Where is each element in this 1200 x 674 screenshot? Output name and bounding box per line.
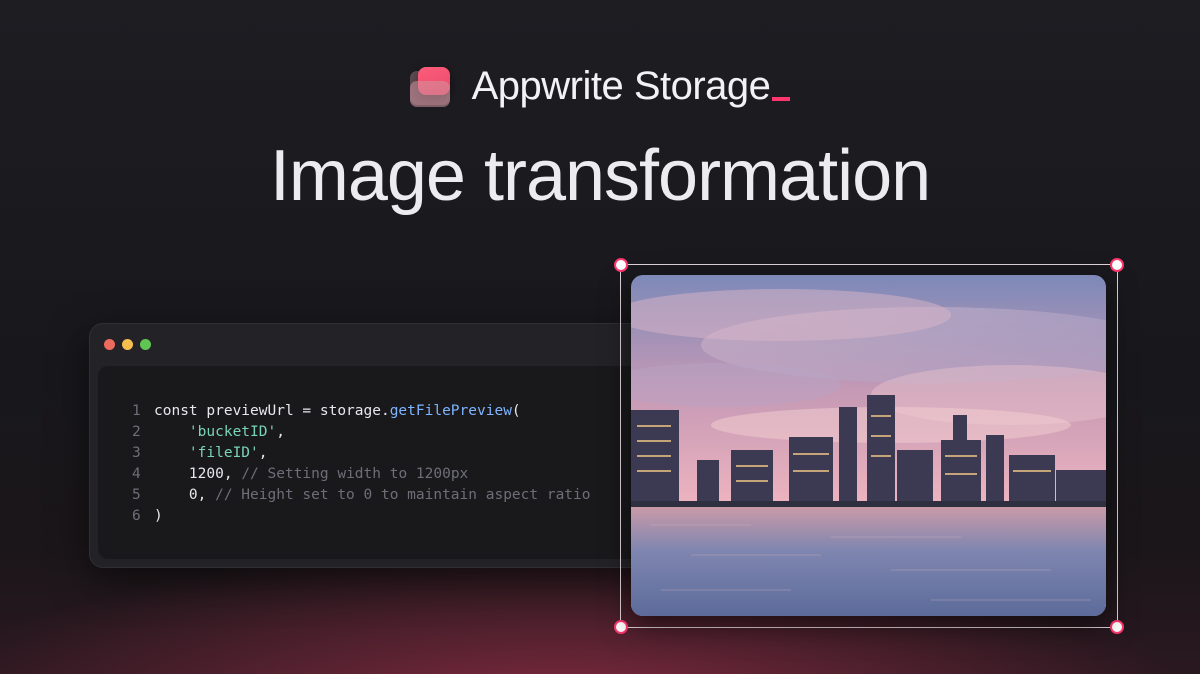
code-line: 5 0, // Height set to 0 to maintain aspe… (132, 485, 591, 506)
resize-handle-top-right[interactable] (1110, 258, 1124, 272)
code-token: const previewUrl = storage. (154, 403, 390, 419)
code-line: 6) (132, 506, 591, 527)
code-line: 4 1200, // Setting width to 1200px (132, 464, 591, 485)
code-text: 'bucketID', (154, 422, 285, 443)
code-text: const previewUrl = storage.getFilePrevie… (154, 401, 521, 422)
line-number: 6 (132, 508, 141, 524)
minimize-window-icon[interactable] (122, 339, 133, 350)
code-line: 1 const previewUrl = storage.getFilePrevi… (132, 401, 591, 422)
resize-handle-top-left[interactable] (614, 258, 628, 272)
code-text: 'fileID', (154, 443, 268, 464)
brand-name-text: Appwrite Storage (471, 64, 771, 108)
code-text: ) (154, 506, 163, 527)
code-token: ( (511, 403, 521, 419)
resize-handle-bottom-right[interactable] (1110, 620, 1124, 634)
code-token: 1200, (154, 466, 242, 482)
code-token: 'fileID' (188, 445, 259, 461)
skyline-photo (631, 275, 1106, 616)
window-controls (104, 339, 151, 350)
code-token: , (258, 445, 268, 461)
resize-handle-bottom-left[interactable] (614, 620, 628, 634)
code-token: // Height set to 0 to maintain aspect ra… (215, 487, 591, 503)
close-window-icon[interactable] (104, 339, 115, 350)
line-number: 1 (132, 403, 141, 419)
code-text: 0, // Height set to 0 to maintain aspect… (154, 485, 591, 506)
brand-name: Appwrite Storage (472, 64, 791, 109)
code-line: 3 'fileID', (132, 443, 591, 464)
text-cursor-icon (772, 97, 791, 101)
code-editor-window: 1 const previewUrl = storage.getFilePrevi… (89, 323, 651, 568)
code-token: ) (154, 508, 163, 524)
code-token: // Setting width to 1200px (241, 466, 469, 482)
line-number: 2 (132, 424, 141, 440)
code-lines: 1 const previewUrl = storage.getFilePrevi… (132, 401, 591, 527)
code-text: 1200, // Setting width to 1200px (154, 464, 468, 485)
code-line: 2 'bucketID', (132, 422, 591, 443)
line-number: 4 (132, 466, 141, 482)
header: Appwrite Storage (0, 64, 1200, 109)
code-block: 1 const previewUrl = storage.getFilePrevi… (98, 366, 650, 559)
code-token: 'bucketID' (188, 424, 277, 440)
code-token: getFilePreview (389, 403, 512, 419)
code-token: 0, (154, 487, 216, 503)
line-number: 5 (132, 487, 141, 503)
line-number: 3 (132, 445, 141, 461)
storage-folder-icon (409, 66, 454, 107)
code-token: , (276, 424, 285, 440)
maximize-window-icon[interactable] (140, 339, 151, 350)
page-title: Image transformation (269, 136, 931, 216)
